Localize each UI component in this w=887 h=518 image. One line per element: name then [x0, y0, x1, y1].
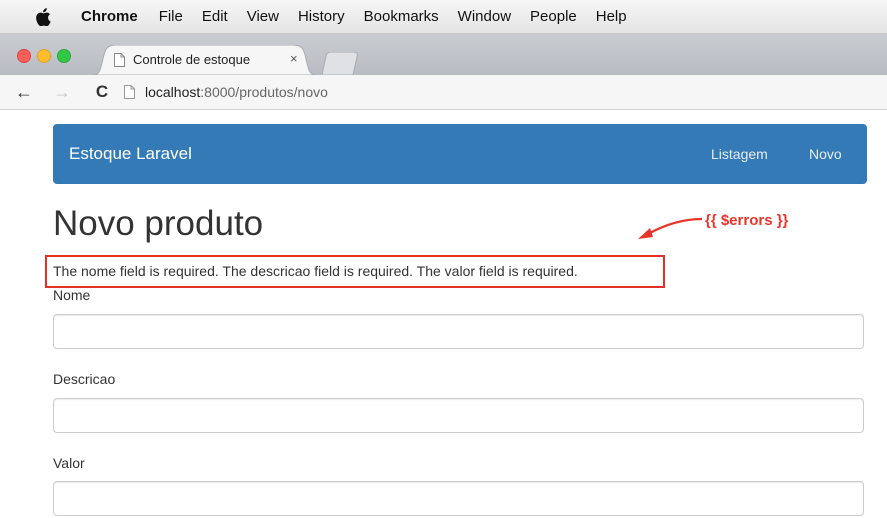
nav-link-listagem[interactable]: Listagem [711, 146, 768, 162]
menu-help[interactable]: Help [596, 8, 627, 25]
annotation-label: {{ $errors }} [705, 212, 789, 229]
apple-logo-icon[interactable] [35, 7, 51, 26]
menu-history[interactable]: History [298, 8, 345, 25]
macos-menu-bar: Chrome File Edit View History Bookmarks … [0, 0, 887, 34]
descricao-label: Descricao [53, 371, 116, 387]
url-text[interactable]: localhost:8000/produtos/novo [145, 84, 328, 100]
minimize-window-button[interactable] [37, 49, 51, 63]
tab-controle-de-estoque[interactable]: Controle de estoque × [92, 45, 317, 75]
navbar-brand[interactable]: Estoque Laravel [69, 144, 192, 164]
new-tab-button[interactable] [318, 52, 362, 75]
tab-title: Controle de estoque [133, 52, 251, 67]
tab-strip: Controle de estoque × [0, 34, 887, 75]
nome-label: Nome [53, 287, 91, 303]
menu-edit[interactable]: Edit [202, 8, 228, 25]
page-title: Novo produto [53, 204, 264, 243]
menu-chrome[interactable]: Chrome [81, 8, 138, 25]
omnibox[interactable]: localhost:8000/produtos/novo [124, 80, 328, 104]
page-icon [124, 85, 135, 99]
menu-view[interactable]: View [247, 8, 279, 25]
valor-label: Valor [53, 455, 85, 471]
zoom-window-button[interactable] [57, 49, 71, 63]
annotation-arrow-icon [638, 217, 703, 239]
descricao-input[interactable] [53, 398, 864, 433]
app-navbar: Estoque Laravel Listagem Novo [53, 124, 867, 184]
close-window-button[interactable] [17, 49, 31, 63]
nav-link-novo[interactable]: Novo [809, 146, 842, 162]
url-path: :8000/produtos/novo [200, 84, 328, 100]
url-host: localhost [145, 84, 201, 100]
errors-message: The nome field is required. The descrica… [53, 263, 578, 279]
nome-input[interactable] [53, 314, 864, 349]
browser-toolbar: ← → C localhost:8000/produtos/novo [0, 75, 887, 110]
valor-input[interactable] [53, 481, 864, 516]
reload-icon[interactable]: C [90, 82, 114, 102]
menu-window[interactable]: Window [458, 8, 511, 25]
back-arrow-icon[interactable]: ← [12, 82, 36, 103]
menu-bookmarks[interactable]: Bookmarks [364, 8, 439, 25]
menu-people[interactable]: People [530, 8, 577, 25]
tab-close-icon[interactable]: × [290, 51, 298, 66]
forward-arrow-icon[interactable]: → [50, 82, 74, 103]
page-icon [114, 53, 125, 67]
menu-file[interactable]: File [159, 8, 183, 25]
